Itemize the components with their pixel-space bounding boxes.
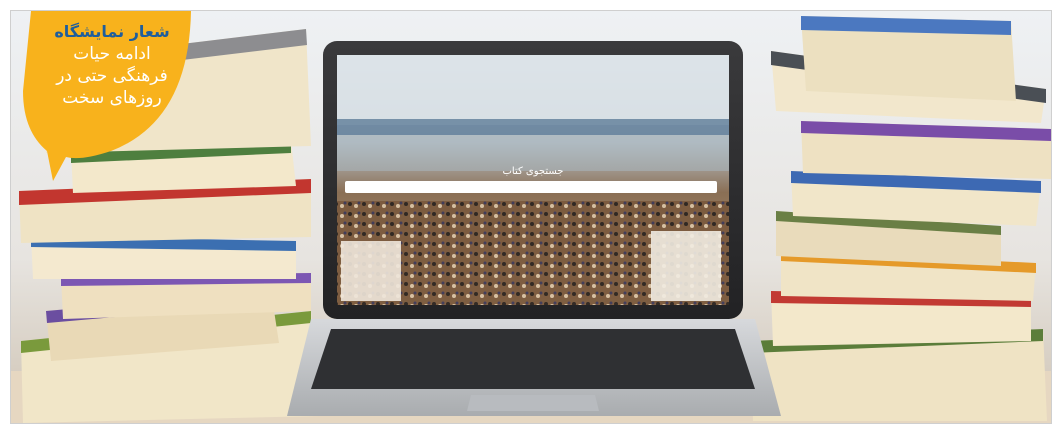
screen-title: جستجوی کتاب <box>503 166 564 177</box>
right-book-stack <box>751 16 1051 421</box>
slogan-badge-text: شعار نمایشگاه ادامه حیات فرهنگی حتی در ر… <box>23 21 201 141</box>
laptop <box>287 41 781 416</box>
photo-frame: جستجوی کتاب شعار نمایشگاه ادامه حیات فره… <box>10 10 1052 424</box>
badge-line-2: فرهنگی حتی در <box>56 66 168 86</box>
badge-title: شعار نمایشگاه <box>54 22 170 41</box>
search-bar <box>345 181 717 193</box>
badge-line-1: ادامه حیات <box>73 44 151 64</box>
badge-line-3: روزهای سخت <box>62 88 162 108</box>
